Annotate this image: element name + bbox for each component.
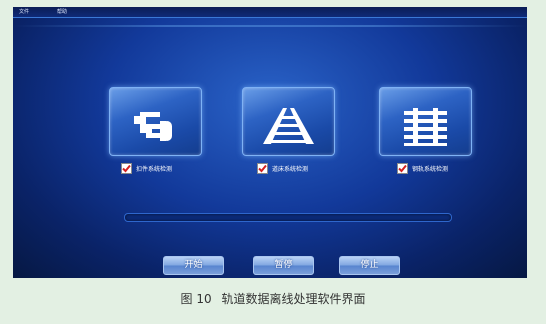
fastener-label: 扣件系统检测 [136, 165, 173, 173]
track-bed-icon [263, 108, 314, 144]
figure-title: 轨道数据离线处理软件界面 [221, 292, 366, 306]
menu-file[interactable]: 文件 [19, 7, 29, 17]
checkbox-box[interactable] [397, 162, 408, 174]
check-mark-icon [398, 164, 407, 172]
fastener-module-card[interactable] [109, 87, 202, 156]
menu-bar: 文件 帮助 [13, 7, 527, 18]
figure-caption: 图 10 轨道数据离线处理软件界面 [0, 290, 546, 307]
track-bed-label: 道床系统检测 [272, 165, 309, 173]
checkbox-box[interactable] [121, 162, 132, 174]
menu-help[interactable]: 帮助 [57, 7, 67, 17]
fastener-icon [134, 112, 172, 141]
pause-button[interactable]: 暂停 [253, 256, 314, 275]
fastener-checkbox[interactable]: 扣件系统检测 [121, 162, 172, 174]
rail-module-card[interactable] [379, 87, 472, 156]
progress-bar [124, 213, 452, 222]
start-button[interactable]: 开始 [163, 256, 224, 275]
stop-button[interactable]: 停止 [339, 256, 400, 275]
app-window: 文件 帮助 扣件系统检测 道床系统检测 钢轨系统检测 开始 暂停 停止 [13, 7, 527, 278]
rail-icon [404, 108, 447, 146]
check-mark-icon [258, 164, 267, 172]
header-glow [13, 25, 527, 27]
rail-checkbox[interactable]: 钢轨系统检测 [397, 162, 448, 174]
figure-number: 图 10 [180, 292, 212, 306]
check-mark-icon [122, 164, 131, 172]
track-bed-module-card[interactable] [242, 87, 335, 156]
rail-label: 钢轨系统检测 [412, 165, 449, 173]
track-bed-checkbox[interactable]: 道床系统检测 [257, 162, 308, 174]
checkbox-box[interactable] [257, 162, 268, 174]
